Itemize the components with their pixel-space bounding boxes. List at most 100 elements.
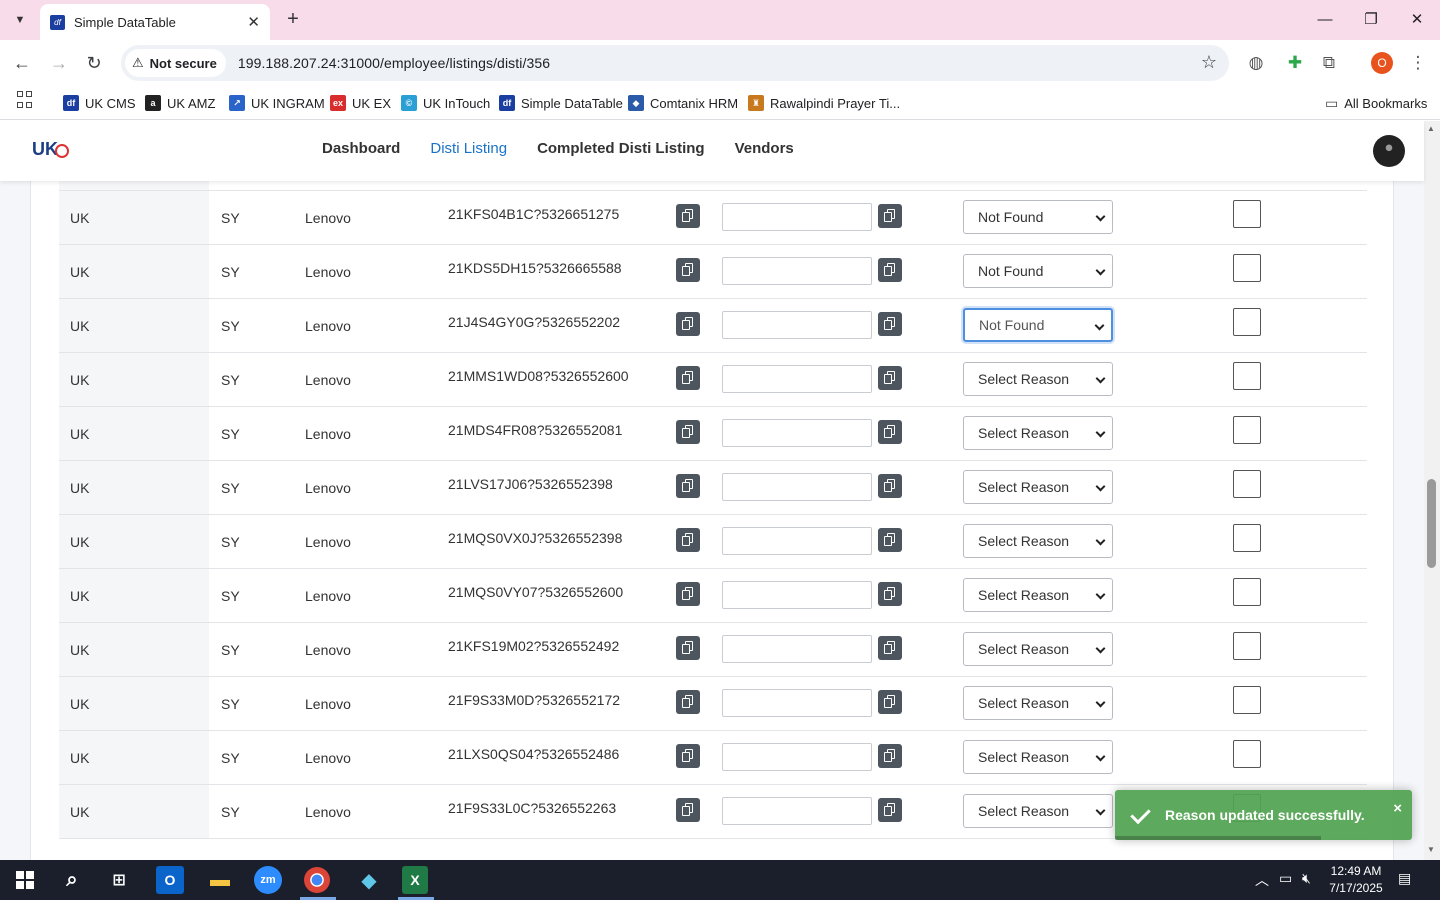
row-checkbox[interactable] (1233, 362, 1261, 390)
row-checkbox[interactable] (1233, 200, 1261, 228)
row-checkbox[interactable] (1233, 524, 1261, 552)
tray-chevron-icon[interactable]: ︿ (1255, 870, 1269, 890)
minimize-icon[interactable]: — (1302, 8, 1348, 32)
network-icon[interactable]: ▭ (1279, 870, 1292, 887)
notifications-icon[interactable]: ▤ (1398, 870, 1411, 887)
reason-select[interactable]: Not Found (963, 308, 1113, 342)
text-input[interactable] (722, 419, 872, 447)
bookmark-item[interactable]: df UK CMS (63, 92, 136, 114)
copy-sku-button[interactable] (676, 204, 700, 228)
paste-button[interactable] (878, 528, 902, 552)
row-checkbox[interactable] (1233, 416, 1261, 444)
copy-sku-button[interactable] (676, 528, 700, 552)
apps-grid-icon[interactable] (17, 91, 35, 109)
copy-sku-button[interactable] (676, 798, 700, 822)
bookmark-item[interactable]: ex UK EX (330, 92, 391, 114)
row-checkbox[interactable] (1233, 686, 1261, 714)
text-input[interactable] (722, 743, 872, 771)
paste-button[interactable] (878, 690, 902, 714)
nav-link-disti-listing[interactable]: Disti Listing (430, 140, 507, 157)
all-bookmarks[interactable]: ▭ All Bookmarks (1325, 92, 1427, 114)
file-explorer-icon[interactable]: ▬ (205, 866, 235, 894)
paste-button[interactable] (878, 744, 902, 768)
bookmark-item[interactable]: © UK InTouch (401, 92, 490, 114)
copy-sku-button[interactable] (676, 258, 700, 282)
row-checkbox[interactable] (1233, 254, 1261, 282)
copy-sku-button[interactable] (676, 636, 700, 660)
text-input[interactable] (722, 365, 872, 393)
text-input[interactable] (722, 635, 872, 663)
scroll-up-icon[interactable]: ▲ (1427, 124, 1435, 133)
reason-select[interactable]: Not Found (963, 254, 1113, 288)
text-input[interactable] (722, 689, 872, 717)
text-input[interactable] (722, 581, 872, 609)
paste-button[interactable] (878, 636, 902, 660)
reason-select[interactable]: Select Reason (963, 740, 1113, 774)
task-view-icon[interactable]: ⊞ (104, 866, 134, 894)
success-toast[interactable]: Reason updated successfully. × (1115, 790, 1412, 840)
zoom-icon[interactable]: zm (254, 866, 282, 894)
copy-sku-button[interactable] (676, 474, 700, 498)
text-input[interactable] (722, 311, 872, 339)
text-input[interactable] (722, 797, 872, 825)
bookmark-item[interactable]: ♜ Rawalpindi Prayer Ti... (748, 92, 900, 114)
bookmark-item[interactable]: a UK AMZ (145, 92, 215, 114)
not-secure-chip[interactable]: ⚠ Not secure (125, 49, 226, 77)
chrome-menu-icon[interactable]: ⋮ (1406, 52, 1430, 76)
url-text[interactable]: 199.188.207.24:31000/employee/listings/d… (238, 55, 550, 71)
row-checkbox[interactable] (1233, 632, 1261, 660)
reason-select[interactable]: Select Reason (963, 794, 1113, 828)
tab-close-icon[interactable]: ✕ (247, 13, 260, 31)
nav-link-vendors[interactable]: Vendors (735, 140, 794, 157)
tab-simple-datatable[interactable]: df Simple DataTable ✕ (40, 4, 270, 40)
tab-search-chevron-icon[interactable]: ▼ (6, 8, 34, 32)
nav-link-dashboard[interactable]: Dashboard (322, 140, 400, 157)
bookmark-item[interactable]: ◆ Comtanix HRM (628, 92, 738, 114)
copy-sku-button[interactable] (676, 744, 700, 768)
paste-button[interactable] (878, 420, 902, 444)
outlook-icon[interactable]: O (156, 866, 184, 894)
reason-select[interactable]: Select Reason (963, 470, 1113, 504)
globe-extension-icon[interactable]: ◍ (1244, 52, 1268, 76)
uk-logo[interactable]: UK (32, 139, 69, 160)
paste-button[interactable] (878, 474, 902, 498)
reason-select[interactable]: Select Reason (963, 362, 1113, 396)
puzzle-plus-extension-icon[interactable]: ✚ (1283, 52, 1307, 76)
reason-select[interactable]: Not Found (963, 200, 1113, 234)
row-checkbox[interactable] (1233, 470, 1261, 498)
windows-start-icon[interactable] (10, 866, 40, 894)
reason-select[interactable]: Select Reason (963, 416, 1113, 450)
new-tab-button[interactable]: + (282, 8, 304, 32)
reload-icon[interactable]: ↻ (81, 50, 107, 76)
address-bar[interactable]: ⚠ Not secure 199.188.207.24:31000/employ… (121, 45, 1229, 81)
search-icon[interactable]: ⌕ (57, 866, 87, 894)
paste-button[interactable] (878, 312, 902, 336)
toast-close-icon[interactable]: × (1393, 800, 1402, 817)
scrollbar-thumb[interactable] (1427, 479, 1436, 568)
restore-icon[interactable]: ❐ (1348, 8, 1394, 32)
paste-button[interactable] (878, 798, 902, 822)
bookmark-star-icon[interactable]: ☆ (1201, 52, 1217, 73)
paste-button[interactable] (878, 204, 902, 228)
reason-select[interactable]: Select Reason (963, 578, 1113, 612)
bookmark-item[interactable]: ↗ UK INGRAM (229, 92, 325, 114)
chrome-icon[interactable] (304, 867, 330, 893)
copy-sku-button[interactable] (676, 582, 700, 606)
copy-sku-button[interactable] (676, 690, 700, 714)
reason-select[interactable]: Select Reason (963, 686, 1113, 720)
bookmark-item[interactable]: df Simple DataTable (499, 92, 623, 114)
copy-sku-button[interactable] (676, 366, 700, 390)
row-checkbox[interactable] (1233, 308, 1261, 336)
close-window-icon[interactable]: ✕ (1394, 8, 1440, 32)
app-diamond-icon[interactable]: ◆ (354, 866, 384, 894)
user-avatar[interactable] (1373, 135, 1405, 167)
text-input[interactable] (722, 203, 872, 231)
scroll-down-icon[interactable]: ▼ (1427, 845, 1435, 854)
forward-icon[interactable]: → (46, 50, 72, 76)
copy-sku-button[interactable] (676, 420, 700, 444)
text-input[interactable] (722, 527, 872, 555)
copy-sku-button[interactable] (676, 312, 700, 336)
row-checkbox[interactable] (1233, 740, 1261, 768)
extensions-icon[interactable]: ⧉ (1317, 52, 1341, 76)
profile-avatar[interactable]: O (1371, 52, 1393, 74)
